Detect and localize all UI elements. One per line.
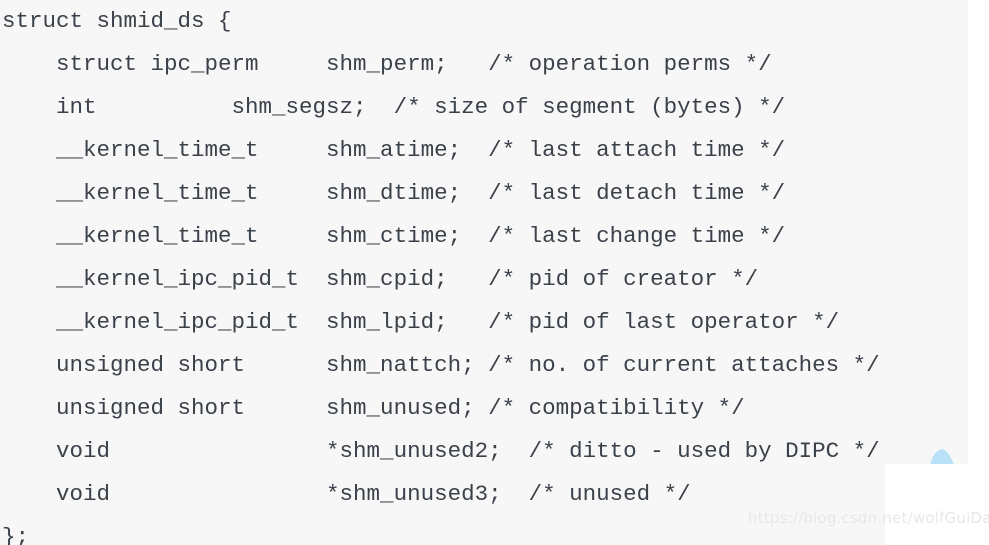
code-line: __kernel_time_t shm_atime; /* last attac…	[2, 137, 786, 163]
code-line: int shm_segsz; /* size of segment (bytes…	[2, 94, 786, 120]
white-overlay-panel	[885, 464, 969, 545]
code-line: __kernel_time_t shm_ctime; /* last chang…	[2, 223, 786, 249]
code-line: __kernel_time_t shm_dtime; /* last detac…	[2, 180, 786, 206]
code-line: __kernel_ipc_pid_t shm_cpid; /* pid of c…	[2, 266, 759, 292]
code-block: struct shmid_ds { struct ipc_perm shm_pe…	[0, 0, 968, 545]
code-line: __kernel_ipc_pid_t shm_lpid; /* pid of l…	[2, 309, 840, 335]
code-line: unsigned short shm_nattch; /* no. of cur…	[2, 352, 880, 378]
code-line: unsigned short shm_unused; /* compatibil…	[2, 395, 745, 421]
code-listing[interactable]: struct shmid_ds { struct ipc_perm shm_pe…	[0, 0, 880, 545]
code-line: struct shmid_ds {	[2, 8, 232, 34]
watermark-text-overlay: https://blog.csdn.net/wolfGuiDao	[885, 509, 989, 527]
code-line: struct ipc_perm shm_perm; /* operation p…	[2, 51, 772, 77]
code-line: void *shm_unused2; /* ditto - used by DI…	[2, 438, 880, 464]
watermark-overlay-label: https://blog.csdn.net/wolfGuiDao	[885, 509, 989, 527]
